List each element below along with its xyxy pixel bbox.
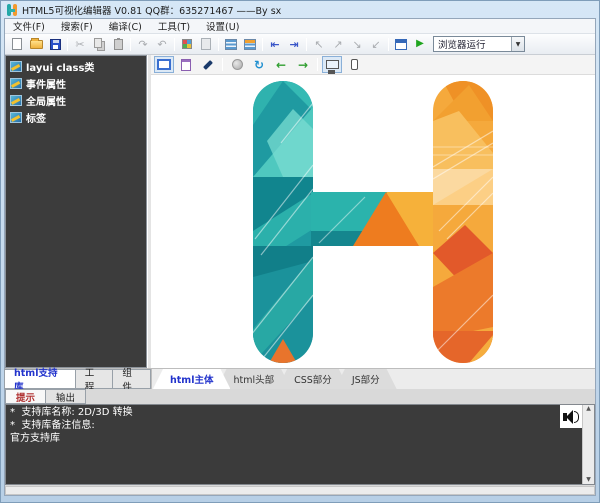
menu-compile[interactable]: 编译(C) bbox=[101, 18, 150, 34]
toolbar-separator bbox=[67, 38, 68, 51]
tab-html-library[interactable]: html支持库 bbox=[4, 369, 76, 389]
editor-main: ↻ ← → bbox=[151, 55, 595, 368]
speaker-icon[interactable] bbox=[560, 405, 582, 428]
tree-item-global-attrs[interactable]: 全局属性 bbox=[6, 92, 146, 109]
code-document-icon[interactable] bbox=[176, 56, 196, 73]
palette-grid-icon[interactable] bbox=[178, 36, 196, 53]
editor-tabs: html主体 html头部 CSS部分 JS部分 bbox=[151, 369, 595, 389]
bottom-tab-rows: html支持库 工程 组件 html主体 html头部 CSS部分 JS部分 bbox=[5, 368, 595, 389]
main-toolbar: ✂ ↷ ↶ ⇤ ⇥ ↖ ↗ ↘ ↙ ▶ 浏览器运行 ▼ bbox=[5, 34, 595, 55]
horizontal-scrollbar[interactable] bbox=[5, 486, 595, 495]
output-line: * 支持库备注信息: bbox=[10, 419, 590, 432]
speaker-glyph bbox=[563, 410, 579, 424]
chevron-down-icon[interactable]: ▼ bbox=[511, 37, 524, 51]
app-window: HTML5可视化编辑器 V0.81 QQ群：635271467 ——By sx … bbox=[0, 0, 600, 503]
indent-icon[interactable]: ⇥ bbox=[285, 36, 303, 53]
nav-marker-icon-1[interactable]: ↖ bbox=[310, 36, 328, 53]
html5-h-logo bbox=[253, 81, 493, 363]
mobile-view-icon[interactable] bbox=[344, 56, 364, 73]
toolbar-separator bbox=[174, 38, 175, 51]
calendar-icon[interactable] bbox=[392, 36, 410, 53]
undo-icon[interactable]: ↶ bbox=[153, 36, 171, 53]
save-icon[interactable] bbox=[46, 36, 64, 53]
stack-orange-icon[interactable] bbox=[241, 36, 259, 53]
preview-toolbar: ↻ ← → bbox=[151, 55, 595, 75]
new-file-icon[interactable] bbox=[8, 36, 26, 53]
menu-file[interactable]: 文件(F) bbox=[5, 18, 53, 34]
toolbar-separator bbox=[317, 58, 318, 71]
redo-icon[interactable]: ↷ bbox=[134, 36, 152, 53]
toolbar-separator bbox=[262, 38, 263, 51]
output-line: 官方支持库 bbox=[10, 432, 590, 445]
scroll-down-icon[interactable]: ▼ bbox=[586, 477, 591, 483]
back-arrow-icon[interactable]: ← bbox=[271, 56, 291, 73]
open-file-icon[interactable] bbox=[27, 36, 45, 53]
title-bar[interactable]: HTML5可视化编辑器 V0.81 QQ群：635271467 ——By sx bbox=[1, 1, 599, 18]
tree-item-tags[interactable]: 标签 bbox=[6, 109, 146, 126]
menu-search[interactable]: 搜索(F) bbox=[53, 18, 101, 34]
menu-bar: 文件(F) 搜索(F) 编译(C) 工具(T) 设置(U) bbox=[5, 19, 595, 34]
tree-item-label: layui class类 bbox=[26, 59, 94, 74]
output-panel: 提示 输出 * 支持库名称: 2D/3D 转换 * 支持库备注信息: 官方支持库… bbox=[5, 389, 595, 495]
tab-components[interactable]: 组件 bbox=[112, 369, 151, 389]
app-frame: 文件(F) 搜索(F) 编译(C) 工具(T) 设置(U) ✂ ↷ ↶ ⇤ bbox=[4, 18, 596, 496]
run-icon[interactable]: ▶ bbox=[411, 36, 429, 53]
tree-item-event-attrs[interactable]: 事件属性 bbox=[6, 75, 146, 92]
scroll-up-icon[interactable]: ▲ bbox=[586, 406, 591, 412]
window-title: HTML5可视化编辑器 V0.81 QQ群：635271467 ——By sx bbox=[22, 3, 281, 17]
toolbar-separator bbox=[130, 38, 131, 51]
copy-icon[interactable] bbox=[90, 36, 108, 53]
library-icon bbox=[10, 95, 22, 106]
outdent-icon[interactable]: ⇤ bbox=[266, 36, 284, 53]
menu-tools[interactable]: 工具(T) bbox=[150, 18, 198, 34]
toolbar-separator bbox=[222, 58, 223, 71]
tab-html-body[interactable]: html主体 bbox=[153, 369, 230, 389]
menu-settings[interactable]: 设置(U) bbox=[198, 18, 247, 34]
home-globe-icon[interactable] bbox=[227, 56, 247, 73]
output-tabs: 提示 输出 bbox=[5, 389, 595, 404]
vertical-scrollbar[interactable]: ▲ ▼ bbox=[582, 405, 594, 484]
nav-marker-icon-4[interactable]: ↙ bbox=[367, 36, 385, 53]
desktop-view-icon[interactable] bbox=[322, 56, 342, 73]
run-target-value: 浏览器运行 bbox=[434, 37, 511, 51]
tree-item-layui-class[interactable]: layui class类 bbox=[6, 58, 146, 75]
tab-hints[interactable]: 提示 bbox=[5, 389, 46, 404]
library-icon bbox=[10, 112, 22, 123]
tab-js-section[interactable]: JS部分 bbox=[335, 369, 397, 389]
tab-project[interactable]: 工程 bbox=[75, 369, 114, 389]
paste-icon[interactable] bbox=[109, 36, 127, 53]
app-logo-icon bbox=[6, 4, 18, 16]
toolbar-separator bbox=[218, 38, 219, 51]
forward-arrow-icon[interactable]: → bbox=[293, 56, 313, 73]
window-preview-icon[interactable] bbox=[154, 56, 174, 73]
output-console: * 支持库名称: 2D/3D 转换 * 支持库备注信息: 官方支持库 ▲ ▼ bbox=[5, 404, 595, 485]
cut-icon[interactable]: ✂ bbox=[71, 36, 89, 53]
document-icon[interactable] bbox=[197, 36, 215, 53]
toolbar-separator bbox=[306, 38, 307, 51]
edit-pencil-icon[interactable] bbox=[198, 56, 218, 73]
tree-item-label: 全局属性 bbox=[26, 93, 66, 108]
nav-marker-icon-2[interactable]: ↗ bbox=[329, 36, 347, 53]
tree-item-label: 事件属性 bbox=[26, 76, 66, 91]
library-tree-panel: layui class类 事件属性 全局属性 标签 bbox=[5, 55, 147, 368]
run-target-dropdown[interactable]: 浏览器运行 ▼ bbox=[433, 36, 525, 52]
stack-blue-icon[interactable] bbox=[222, 36, 240, 53]
design-canvas[interactable] bbox=[151, 75, 595, 368]
workspace: layui class类 事件属性 全局属性 标签 bbox=[5, 55, 595, 368]
refresh-icon[interactable]: ↻ bbox=[249, 56, 269, 73]
toolbar-separator bbox=[388, 38, 389, 51]
nav-marker-icon-3[interactable]: ↘ bbox=[348, 36, 366, 53]
sidebar-tabs: html支持库 工程 组件 bbox=[5, 369, 151, 389]
tree-item-label: 标签 bbox=[26, 110, 46, 125]
output-line: * 支持库名称: 2D/3D 转换 bbox=[10, 406, 590, 419]
library-icon bbox=[10, 61, 22, 72]
tab-output[interactable]: 输出 bbox=[45, 389, 86, 404]
library-icon bbox=[10, 78, 22, 89]
